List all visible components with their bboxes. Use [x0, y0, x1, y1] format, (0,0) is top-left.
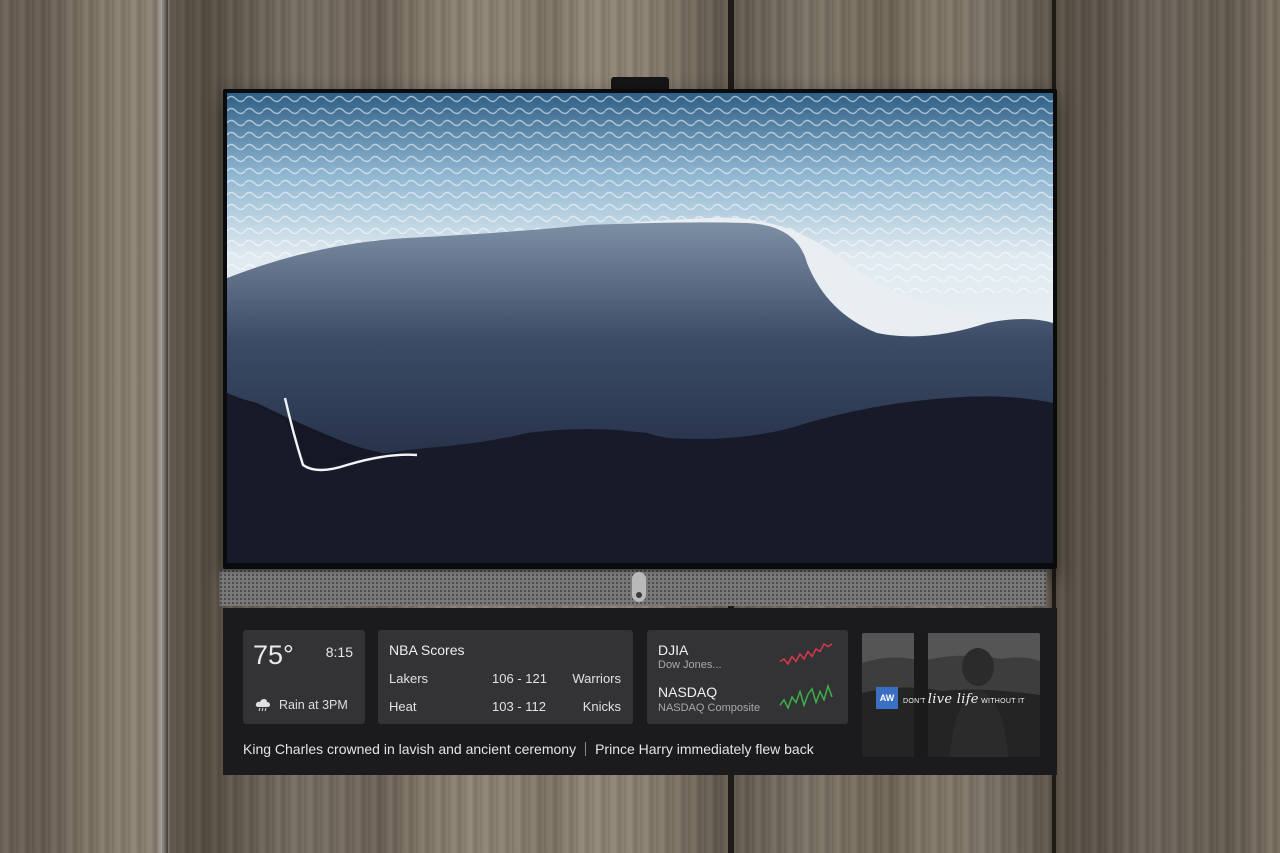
home-team: Heat — [389, 699, 417, 714]
game-score: 106 - 121 — [492, 671, 547, 686]
forecast-text: Rain at 3PM — [279, 698, 348, 712]
home-team: Lakers — [389, 671, 429, 686]
temperature: 75° — [253, 640, 294, 670]
forecast-row: Rain at 3PM — [255, 698, 348, 712]
stock-symbol: DJIA — [658, 642, 689, 658]
nba-scores-widget[interactable]: NBA Scores Lakers 106 - 121 Warriors Hea… — [378, 630, 633, 724]
news-ticker[interactable]: King Charles crowned in lavish and ancie… — [243, 738, 849, 760]
ad-video-tile[interactable]: AW DON'T live life WITHOUT IT — [862, 633, 1040, 757]
headline: King Charles crowned in lavish and ancie… — [243, 741, 577, 757]
stocks-widget[interactable]: DJIA Dow Jones... NASDAQ NASDAQ Composit… — [647, 630, 848, 724]
weather-widget[interactable]: 75° 8:15 Rain at 3PM — [243, 630, 365, 724]
ad-brand-logo: AW — [876, 687, 898, 709]
stock-description: NASDAQ Composite — [658, 702, 761, 714]
sparkline-path — [779, 642, 833, 666]
away-team: Warriors — [572, 671, 621, 686]
headline: Prince Harry immediately flew back — [595, 741, 814, 757]
ad-tagline-prefix: DON'T — [903, 698, 926, 705]
ad-tagline-script: live life — [927, 692, 979, 707]
tv-frame — [223, 89, 1057, 569]
game-score: 103 - 112 — [492, 699, 546, 714]
cloud-rain-icon — [255, 699, 270, 711]
soundbar-sensor — [632, 572, 646, 602]
stock-symbol: NASDAQ — [658, 684, 718, 700]
ad-tagline: DON'T live life WITHOUT IT — [903, 692, 1025, 707]
wood-highlight — [156, 0, 170, 853]
stock-description: Dow Jones... — [658, 659, 722, 671]
stock-sparkline — [779, 684, 833, 710]
stock-sparkline — [779, 642, 833, 666]
ad-tagline-suffix: WITHOUT IT — [981, 698, 1025, 705]
headline-separator — [585, 742, 587, 756]
clock-time: 8:15 — [325, 644, 353, 660]
away-team: Knicks — [582, 699, 621, 714]
aerial-beach-image — [227, 93, 1053, 563]
sparkline-path — [779, 684, 833, 710]
nba-title: NBA Scores — [389, 642, 465, 658]
tv-screen-wallpaper — [227, 93, 1053, 563]
